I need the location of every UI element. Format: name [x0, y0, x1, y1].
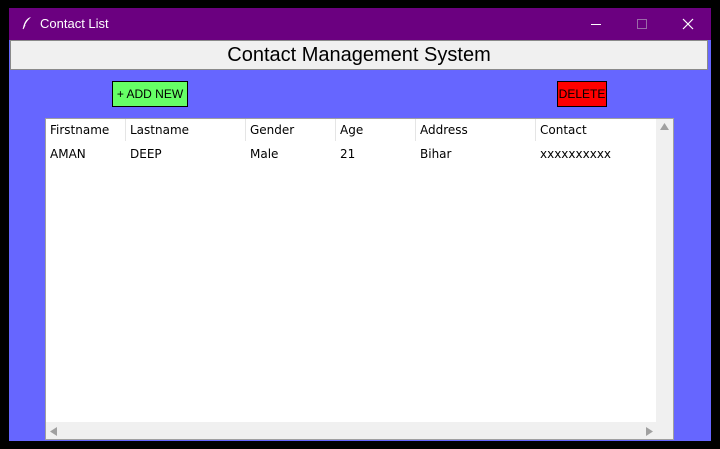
page-title: Contact Management System — [10, 40, 708, 70]
maximize-button[interactable] — [619, 8, 665, 40]
scroll-up-icon[interactable] — [660, 123, 669, 130]
scroll-left-icon[interactable] — [50, 427, 57, 436]
cell-contact: xxxxxxxxxx — [540, 147, 612, 161]
app-window: Contact List Contact Management System +… — [9, 8, 711, 441]
column-header-gender[interactable]: Gender — [246, 119, 336, 141]
horizontal-scrollbar[interactable] — [46, 422, 657, 439]
scroll-right-icon[interactable] — [646, 427, 653, 436]
table-header: Firstname Lastname Gender Age Address Co… — [46, 119, 657, 143]
column-header-lastname[interactable]: Lastname — [126, 119, 246, 141]
close-icon — [682, 18, 694, 30]
window-title: Contact List — [40, 16, 109, 31]
feather-icon — [22, 17, 31, 30]
table-row[interactable]: AMAN DEEP Male 21 Bihar xxxxxxxxxx — [46, 143, 657, 165]
column-header-contact[interactable]: Contact — [536, 119, 657, 141]
title-bar[interactable]: Contact List — [9, 8, 711, 40]
scrollbar-corner — [656, 422, 673, 439]
cell-lastname: DEEP — [130, 147, 162, 161]
delete-button[interactable]: DELETE — [557, 81, 607, 107]
add-new-button[interactable]: + ADD NEW — [112, 81, 188, 107]
minimize-icon — [591, 24, 601, 25]
minimize-button[interactable] — [573, 8, 619, 40]
cell-address: Bihar — [420, 147, 452, 161]
column-header-age[interactable]: Age — [336, 119, 416, 141]
close-button[interactable] — [665, 8, 711, 40]
maximize-icon — [637, 19, 647, 29]
column-header-firstname[interactable]: Firstname — [46, 119, 126, 141]
vertical-scrollbar[interactable] — [656, 119, 673, 436]
cell-gender: Male — [250, 147, 279, 161]
cell-firstname: AMAN — [50, 147, 86, 161]
contact-table[interactable]: Firstname Lastname Gender Age Address Co… — [45, 118, 674, 440]
column-header-address[interactable]: Address — [416, 119, 536, 141]
cell-age: 21 — [340, 147, 356, 161]
